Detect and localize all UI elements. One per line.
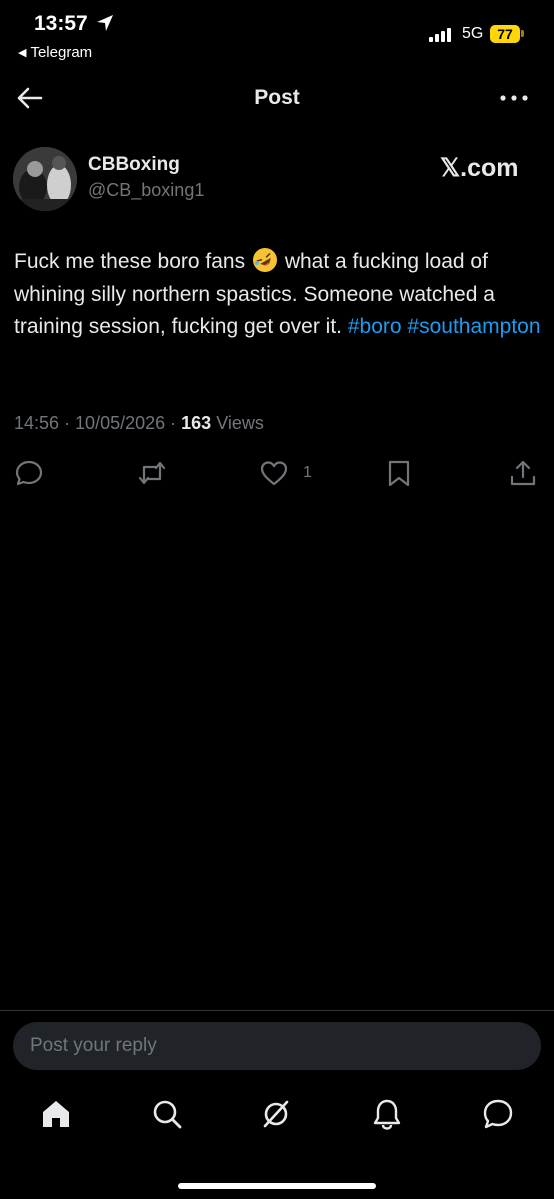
search-icon[interactable] — [151, 1098, 183, 1130]
repost-icon[interactable] — [137, 458, 167, 488]
location-arrow-icon — [97, 15, 113, 31]
like-count: 1 — [303, 464, 312, 481]
battery-icon: 77 — [490, 25, 520, 43]
hashtag-southampton[interactable]: #southampton — [407, 315, 540, 338]
bookmark-icon[interactable] — [384, 458, 414, 488]
grok-icon[interactable] — [260, 1098, 292, 1130]
post-date: 10/05/2026 — [75, 413, 166, 433]
home-indicator — [178, 1183, 376, 1189]
battery-tip — [521, 30, 524, 37]
avatar[interactable] — [13, 147, 77, 211]
home-icon[interactable] — [40, 1098, 72, 1130]
bell-icon[interactable] — [371, 1098, 403, 1130]
post-meta: 14:56 · 10/05/2026 · 163 Views — [14, 413, 264, 433]
post-time: 14:56 — [14, 413, 60, 433]
network-type: 5G — [462, 25, 484, 42]
messages-icon[interactable] — [482, 1098, 514, 1130]
signal-icon — [429, 26, 451, 42]
author-handle[interactable]: @CB_boxing1 — [88, 180, 204, 201]
post-text-part1: Fuck me these boro fans — [14, 250, 246, 273]
status-time: 13:57 — [34, 12, 88, 35]
back-to-app-link[interactable]: ◀ Telegram — [18, 44, 92, 61]
back-triangle-icon: ◀ — [18, 47, 27, 59]
reply-placeholder: Post your reply — [30, 1035, 157, 1056]
page-title: Post — [254, 86, 300, 109]
source-badge: 𝕏.com — [440, 154, 519, 182]
more-options-icon[interactable] — [498, 86, 530, 110]
hashtag-boro[interactable]: #boro — [348, 315, 402, 338]
heart-icon[interactable] — [259, 458, 289, 488]
share-icon[interactable] — [508, 458, 538, 488]
rolling-laughing-emoji-icon — [252, 248, 277, 272]
views-count: 163 — [181, 413, 212, 433]
views-label: Views — [216, 413, 264, 433]
divider — [0, 1010, 554, 1011]
reply-icon[interactable] — [14, 458, 44, 488]
author-name[interactable]: CBBoxing — [88, 154, 180, 176]
post-text: Fuck me these boro fans what a fucking l… — [14, 246, 544, 344]
back-app-label: Telegram — [30, 44, 93, 61]
